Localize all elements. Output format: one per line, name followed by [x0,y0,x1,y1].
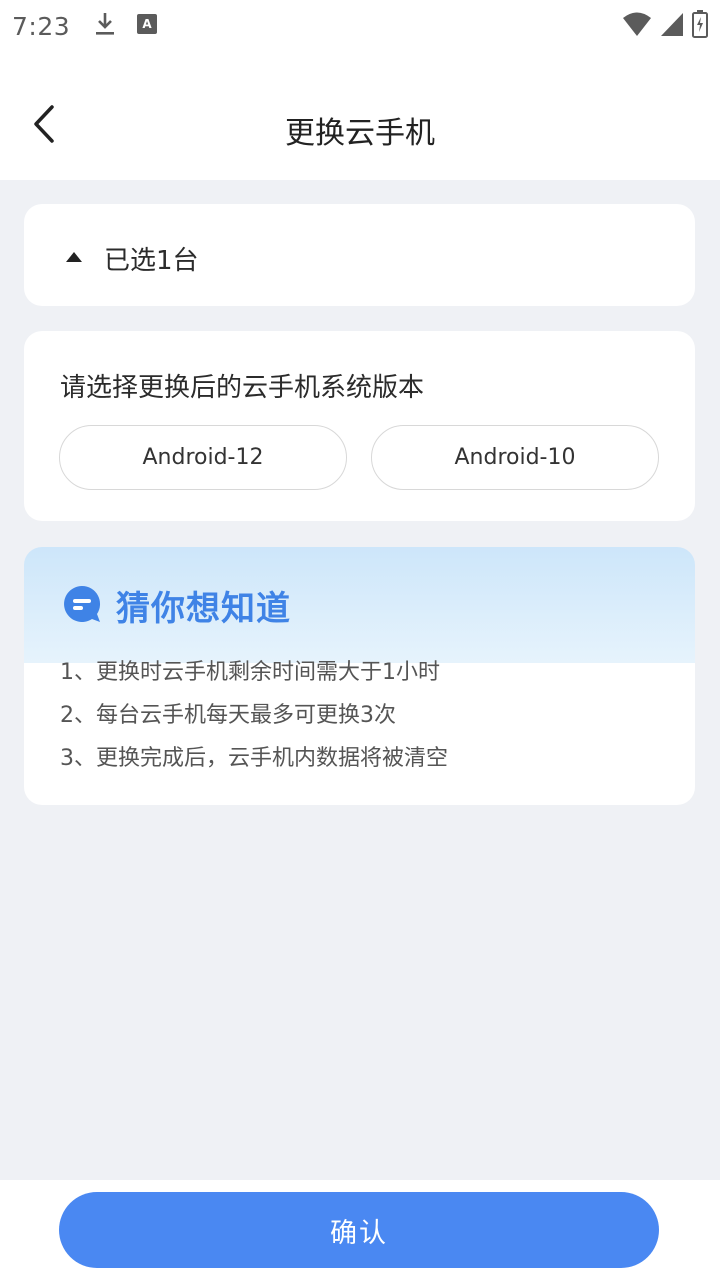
status-left-icons: A [94,11,158,41]
version-select-card: 请选择更换后的云手机系统版本 Android-12 Android-10 [24,331,695,521]
faq-tips-card: 猜你想知道 1、更换时云手机剩余时间需大于1小时 2、每台云手机每天最多可更换3… [24,547,695,805]
tips-header: 猜你想知道 [62,581,291,630]
selected-count-label: 已选1台 [104,246,199,276]
tips-item: 1、更换时云手机剩余时间需大于1小时 [60,660,440,685]
svg-text:A: A [142,17,152,31]
version-option-android-10[interactable]: Android-10 [371,425,659,490]
status-time: 7:23 [12,11,71,41]
page-title: 更换云手机 [285,116,435,151]
keyboard-a-icon: A [136,13,158,39]
selected-devices-card: 已选1台 [24,204,695,306]
battery-icon [692,10,708,42]
screen: 7:23 A 更换云手机 已选1台 请选择更换后的云手机系统版本 Android… [0,0,720,1280]
bottom-bar: 确认 [0,1180,720,1280]
version-option-android-12[interactable]: Android-12 [59,425,347,490]
download-icon [94,11,116,41]
status-right-icons [622,10,708,42]
tips-item: 2、每台云手机每天最多可更换3次 [60,703,396,728]
app-header: 更换云手机 [0,52,720,180]
signal-icon [660,11,684,41]
tips-item: 3、更换完成后，云手机内数据将被清空 [60,746,448,771]
status-bar: 7:23 A [0,0,720,52]
tips-list: 1、更换时云手机剩余时间需大于1小时 2、每台云手机每天最多可更换3次 3、更换… [60,651,448,780]
confirm-button[interactable]: 确认 [59,1192,659,1268]
selected-toggle[interactable]: 已选1台 [64,240,199,277]
tips-title: 猜你想知道 [116,589,291,629]
chat-bubble-icon [62,584,102,628]
version-prompt: 请选择更换后的云手机系统版本 [60,373,425,403]
wifi-icon [622,11,652,41]
caret-up-icon [64,249,84,268]
